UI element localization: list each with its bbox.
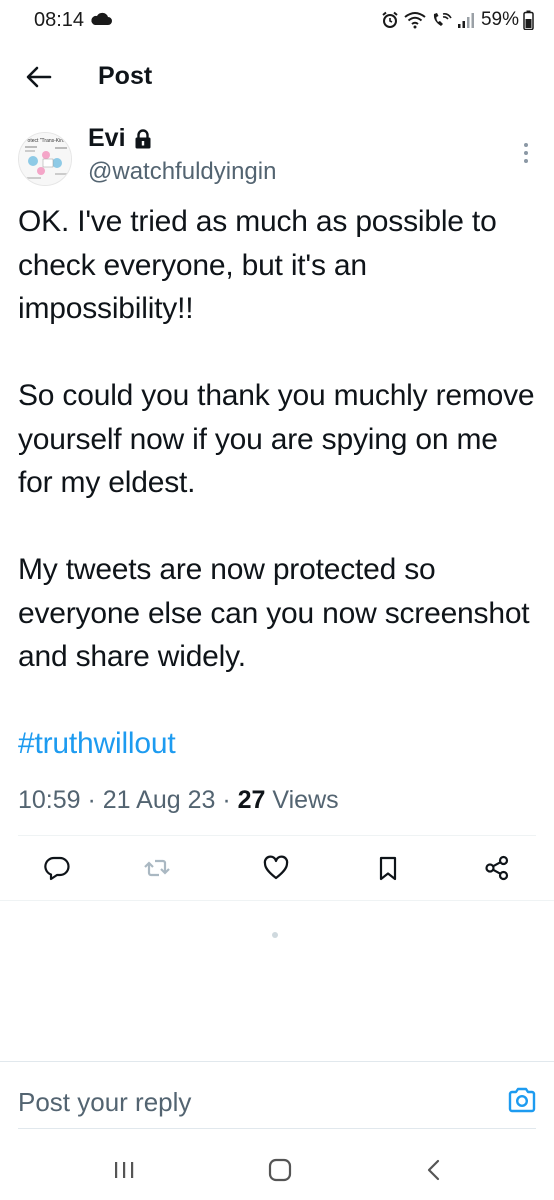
camera-icon <box>508 1087 536 1113</box>
bookmark-button[interactable] <box>368 848 408 888</box>
divider <box>18 835 536 836</box>
avatar[interactable]: otect "Trans-Kin. <box>18 132 72 186</box>
arrow-left-icon <box>26 66 52 88</box>
cloud-icon <box>91 12 112 25</box>
page-title: Post <box>98 62 153 90</box>
back-button[interactable] <box>22 60 56 94</box>
recent-apps-icon <box>115 1162 134 1178</box>
battery-icon <box>523 10 534 30</box>
divider <box>0 900 554 901</box>
more-dot <box>524 151 528 155</box>
share-icon <box>485 855 509 881</box>
views-label[interactable]: Views <box>265 786 338 814</box>
meta-separator: · <box>215 786 238 814</box>
tweet-time: 10:59 <box>18 786 81 814</box>
tweet-meta: 10:59 · 21 Aug 23 · 27 Views <box>18 786 339 815</box>
reply-underline <box>18 1128 536 1129</box>
alarm-icon <box>382 11 398 28</box>
avatar-image: otect "Trans-Kin. <box>19 133 71 185</box>
home-button[interactable] <box>260 1154 300 1186</box>
back-icon <box>427 1159 440 1181</box>
author-name[interactable]: Evi <box>88 124 126 153</box>
tweet-date: 21 Aug 23 <box>102 786 216 814</box>
status-time: 08:14 <box>34 9 85 31</box>
more-dot <box>524 143 528 147</box>
author-name-row: Evi <box>88 124 152 153</box>
repost-button[interactable] <box>137 848 177 888</box>
battery-percentage: 59% <box>480 9 519 30</box>
tweet-paragraph: My tweets are now protected so everyone … <box>18 553 530 673</box>
repost-icon <box>144 859 170 877</box>
avatar-caption: otect "Trans-Kin. <box>28 138 65 144</box>
reply-input[interactable] <box>18 1080 478 1124</box>
tweet-paragraph: So could you thank you muchly remove you… <box>18 379 535 499</box>
more-options-button[interactable] <box>516 138 536 168</box>
loading-indicator <box>272 932 278 938</box>
recent-apps-button[interactable] <box>104 1154 144 1186</box>
tweet-text: OK. I've tried as much as possible to ch… <box>18 200 538 766</box>
wifi-call-icon <box>433 13 452 26</box>
views-count[interactable]: 27 <box>238 786 266 814</box>
lock-icon <box>135 128 151 148</box>
home-icon <box>268 1158 292 1182</box>
system-back-button[interactable] <box>414 1154 454 1186</box>
bookmark-icon <box>379 856 397 881</box>
system-nav-bar <box>0 1140 554 1200</box>
divider <box>0 1061 554 1062</box>
heart-icon <box>263 855 289 880</box>
action-bar <box>0 848 554 888</box>
signal-icon <box>457 13 474 28</box>
comment-icon <box>44 856 70 881</box>
author-handle[interactable]: @watchfuldyingin <box>88 158 276 186</box>
meta-separator: · <box>80 786 103 814</box>
reply-button[interactable] <box>37 848 77 888</box>
tweet-paragraph: OK. I've tried as much as possible to ch… <box>18 205 497 325</box>
camera-button[interactable] <box>504 1084 540 1116</box>
status-icons: 59% <box>381 8 534 32</box>
hashtag-link[interactable]: #truthwillout <box>18 727 176 760</box>
wifi-icon <box>404 12 426 29</box>
post-header: Post <box>0 48 554 106</box>
more-dot <box>524 159 528 163</box>
status-bar: 08:14 59% <box>0 0 554 40</box>
like-button[interactable] <box>256 848 296 888</box>
share-button[interactable] <box>477 848 517 888</box>
